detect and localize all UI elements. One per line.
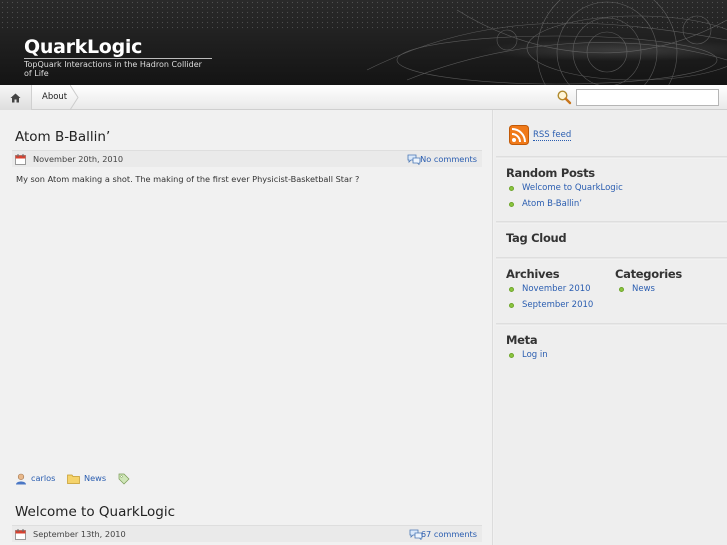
- nav-separator: [70, 85, 79, 110]
- post-date: November 20th, 2010: [33, 154, 124, 164]
- rss-feed-link[interactable]: RSS feed: [533, 130, 572, 141]
- post-body: My son Atom making a shot. The making of…: [16, 174, 360, 184]
- folder-icon: [67, 474, 80, 484]
- bullet-icon: [509, 202, 514, 207]
- bullet-icon: [509, 353, 514, 358]
- archives-title: Archives: [506, 267, 560, 281]
- archive-link[interactable]: November 2010: [522, 284, 591, 294]
- sidebar-divider: [496, 221, 727, 224]
- categories-title: Categories: [615, 267, 682, 281]
- bullet-icon: [509, 287, 514, 292]
- sidebar-divider: [496, 323, 727, 326]
- comments-link[interactable]: No comments: [420, 154, 477, 164]
- site-title[interactable]: QuarkLogic: [24, 36, 142, 58]
- comments-icon: [407, 154, 421, 165]
- bullet-icon: [619, 287, 624, 292]
- bullet-icon: [509, 303, 514, 308]
- bullet-icon: [509, 186, 514, 191]
- random-post-link[interactable]: Welcome to QuarkLogic: [522, 183, 623, 193]
- nav-home-button[interactable]: [0, 85, 32, 110]
- post-meta: September 13th, 2010 67 comments: [12, 525, 482, 542]
- site-header: QuarkLogic TopQuark Interactions in the …: [0, 0, 727, 85]
- author-icon: [16, 473, 26, 485]
- header-swirl-graphic: [366, 0, 727, 85]
- meta-title: Meta: [506, 333, 538, 347]
- archive-link[interactable]: September 2010: [522, 300, 593, 310]
- rss-icon[interactable]: [509, 125, 529, 145]
- post-title[interactable]: Welcome to QuarkLogic: [15, 504, 175, 520]
- comments-link[interactable]: 67 comments: [421, 529, 477, 539]
- tag-icon: [118, 473, 130, 485]
- post-date: September 13th, 2010: [33, 529, 126, 539]
- main-content: Atom B-Ballin’ November 20th, 2010 No co…: [0, 110, 493, 545]
- sidebar-divider: [496, 257, 727, 260]
- magnifier-icon[interactable]: [556, 89, 572, 105]
- random-posts-title: Random Posts: [506, 166, 595, 180]
- search-input[interactable]: [576, 89, 719, 106]
- calendar-icon: [15, 529, 26, 540]
- calendar-icon: [15, 154, 26, 165]
- site-tagline: TopQuark Interactions in the Hadron Coll…: [24, 58, 212, 78]
- post-category-link[interactable]: News: [84, 473, 106, 483]
- random-post-link[interactable]: Atom B-Ballin’: [522, 199, 582, 209]
- category-link[interactable]: News: [632, 284, 655, 294]
- post-meta: November 20th, 2010 No comments: [12, 150, 482, 167]
- post-author-link[interactable]: carlos: [31, 473, 55, 483]
- login-link[interactable]: Log in: [522, 350, 548, 360]
- sidebar-divider: [496, 156, 727, 159]
- post-title[interactable]: Atom B-Ballin’: [15, 129, 110, 145]
- home-icon: [10, 93, 21, 102]
- tag-cloud-title: Tag Cloud: [506, 231, 567, 245]
